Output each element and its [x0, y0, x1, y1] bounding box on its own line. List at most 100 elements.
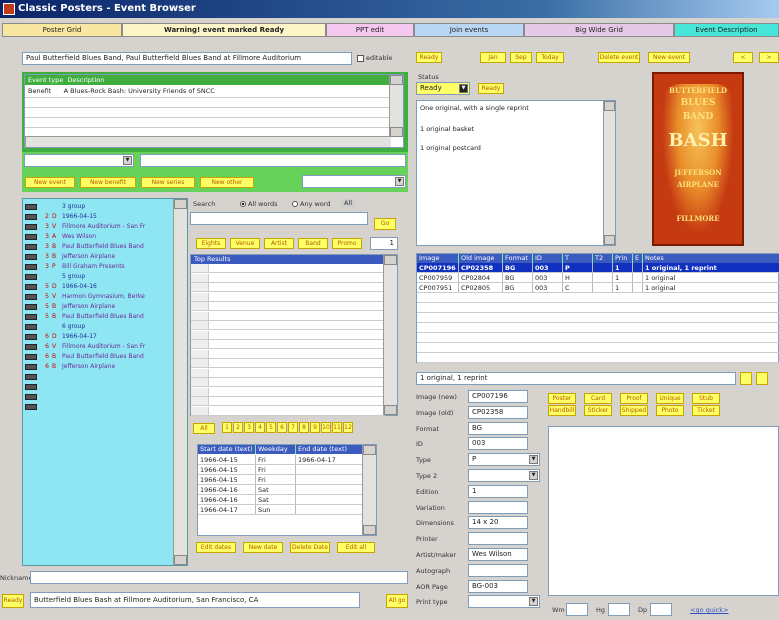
row-selector-icon[interactable]	[25, 233, 37, 240]
radio-any-word[interactable]: Any word	[292, 200, 330, 208]
event-type-vscroll[interactable]	[389, 75, 403, 137]
page-button[interactable]: 10	[321, 422, 331, 433]
scroll-up-icon[interactable]	[384, 255, 397, 265]
sticker-button[interactable]: Sticker	[584, 405, 612, 416]
new-benefit-button[interactable]: New benefit	[80, 177, 136, 188]
image-row-empty[interactable]	[417, 343, 779, 353]
nav-list-item[interactable]: 2 D 1966-04-15	[25, 213, 173, 221]
nav-list-item[interactable]: 5 B Paul Butterfield Blues Band	[25, 313, 173, 321]
dates-vscroll[interactable]	[362, 445, 376, 535]
detail-field-input[interactable]: CP02358	[468, 405, 528, 419]
nav-list-item[interactable]: 6 D 1966-04-17	[25, 333, 173, 341]
pager-all-button[interactable]: All	[193, 423, 215, 434]
result-row[interactable]	[191, 302, 385, 311]
nav-list-item[interactable]: 3 B Paul Butterfield Blues Band	[25, 243, 173, 251]
image-row-empty[interactable]	[417, 353, 779, 363]
row-selector-icon[interactable]	[25, 223, 37, 230]
edit-all-button[interactable]: Edit all	[337, 542, 375, 553]
event-type-row[interactable]: Benefit A Blues-Rock Bash: University Fr…	[28, 87, 215, 95]
next-button[interactable]: >	[759, 52, 779, 63]
row-selector-icon[interactable]	[25, 303, 37, 310]
page-button[interactable]: 11	[332, 422, 342, 433]
row-selector-icon[interactable]	[191, 273, 209, 282]
row-selector-icon[interactable]	[191, 292, 209, 301]
date-row[interactable]: 1966-04-15 Fri	[198, 465, 364, 475]
row-selector-icon[interactable]	[25, 363, 37, 370]
results-vscroll[interactable]	[383, 255, 397, 415]
row-selector-icon[interactable]	[191, 368, 209, 377]
note-next-button[interactable]	[756, 372, 768, 385]
detail-field-input[interactable]: 14 x 20	[468, 516, 528, 530]
row-selector-icon[interactable]	[191, 378, 209, 386]
type-dropdown[interactable]: ▼	[24, 154, 134, 167]
nav-list-item[interactable]: 6 group	[25, 323, 173, 331]
page-button[interactable]: 4	[255, 422, 265, 433]
filter-venue-button[interactable]: Venue	[230, 238, 260, 249]
search-input[interactable]	[190, 212, 368, 225]
scroll-down-icon[interactable]	[363, 525, 376, 535]
poster-button[interactable]: Poster	[548, 393, 576, 404]
row-selector-icon[interactable]	[191, 387, 209, 396]
nav-list-item[interactable]: 5 group	[25, 273, 173, 281]
nav-vscroll[interactable]	[173, 199, 187, 565]
tab-warning[interactable]: Warning! event marked Ready	[122, 23, 326, 37]
top-ready-button[interactable]: Ready	[416, 52, 442, 63]
page-button[interactable]: 1	[222, 422, 232, 433]
detail-field-input[interactable]: ▼	[468, 469, 540, 482]
scroll-up-icon[interactable]	[174, 199, 187, 209]
detail-field-input[interactable]: BG	[468, 421, 528, 435]
date-row[interactable]: 1966-04-15 Fri 1966-04-17	[198, 455, 364, 465]
all-toggle[interactable]: All	[342, 199, 355, 207]
go-quick-link[interactable]: <go quick>	[690, 606, 728, 614]
new-date-button[interactable]: New date	[243, 542, 283, 553]
row-selector-icon[interactable]	[25, 253, 37, 260]
type-filter-dropdown[interactable]: ▼	[302, 175, 406, 188]
scroll-up-icon[interactable]	[363, 445, 376, 455]
event-title-field[interactable]: Paul Butterfield Blues Band, Paul Butter…	[22, 52, 352, 65]
row-selector-icon[interactable]	[25, 203, 37, 210]
row-selector-icon[interactable]	[25, 313, 37, 320]
result-row[interactable]	[191, 321, 385, 330]
page-button[interactable]: 5	[266, 422, 276, 433]
today-button[interactable]: Today	[536, 52, 564, 63]
row-selector-icon[interactable]	[25, 403, 37, 410]
tab-ppt-edit[interactable]: PPT edit	[326, 23, 414, 37]
depth-input[interactable]	[650, 603, 672, 616]
image-row-empty[interactable]	[417, 333, 779, 343]
new-event-button[interactable]: New event	[25, 177, 75, 188]
row-selector-icon[interactable]	[25, 273, 37, 280]
status-ready-button[interactable]: Ready	[478, 83, 504, 94]
new-other-button[interactable]: New other	[200, 177, 254, 188]
handbill-button[interactable]: Handbill	[548, 405, 576, 416]
row-selector-icon[interactable]	[191, 302, 209, 310]
result-row[interactable]	[191, 368, 385, 378]
nav-list-item[interactable]: 5 D 1966-04-16	[25, 283, 173, 291]
result-row[interactable]	[191, 330, 385, 340]
page-button[interactable]: 9	[310, 422, 320, 433]
poster-image[interactable]: BUTTERFIELD BLUES BAND BASH JEFFERSON AI…	[652, 72, 744, 246]
result-row[interactable]	[191, 349, 385, 359]
nickname-input[interactable]	[30, 571, 408, 584]
date-row[interactable]: 1966-04-15 Fri	[198, 475, 364, 485]
nav-list-item-empty[interactable]	[25, 373, 173, 381]
filter-eights-button[interactable]: Eights	[196, 238, 226, 249]
nav-list-item-empty[interactable]	[25, 383, 173, 391]
scroll-down-icon[interactable]	[604, 235, 615, 245]
image-row[interactable]: CP007196 CP02358 BG 003 P 1 1 original, 1 repr…	[417, 263, 779, 273]
page-button[interactable]: 3	[244, 422, 254, 433]
new-series-button[interactable]: New series	[141, 177, 195, 188]
page-button[interactable]: 6	[277, 422, 287, 433]
nav-list-item[interactable]: 3 A Wes Wilson	[25, 233, 173, 241]
date-row[interactable]: 1966-04-16 Sat	[198, 485, 364, 495]
filter-band-button[interactable]: Band	[298, 238, 328, 249]
row-selector-icon[interactable]	[191, 359, 209, 367]
notes-box[interactable]: One original, with a single reprint 1 or…	[416, 100, 616, 246]
photo-button[interactable]: Photo	[656, 405, 684, 416]
row-selector-icon[interactable]	[25, 353, 37, 360]
notes-vscroll[interactable]	[603, 101, 615, 245]
unique-button[interactable]: Unique	[656, 393, 684, 404]
scroll-down-icon[interactable]	[174, 555, 187, 565]
image-row-empty[interactable]	[417, 313, 779, 323]
ticket-button[interactable]: Ticket	[692, 405, 720, 416]
editable-checkbox[interactable]	[357, 55, 364, 62]
